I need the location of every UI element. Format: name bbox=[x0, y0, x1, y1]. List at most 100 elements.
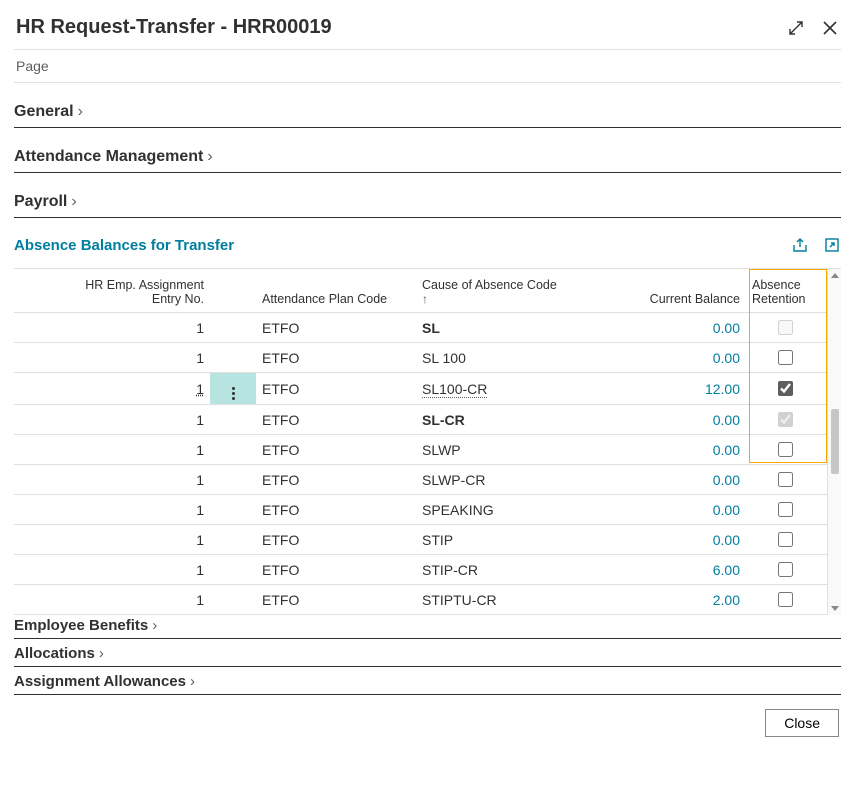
chevron-right-icon: › bbox=[99, 645, 104, 662]
table-row[interactable]: 1ETFOSTIPTU-CR2.00 bbox=[14, 585, 827, 615]
retention-checkbox[interactable] bbox=[778, 562, 793, 577]
section-attendance[interactable]: Attendance Management › bbox=[14, 148, 841, 173]
table-row[interactable]: 1ETFOSLWP0.00 bbox=[14, 435, 827, 465]
cell-emp-entry: 1 bbox=[50, 498, 210, 522]
table-row[interactable]: 1 ETFOSLWP-CR0.00 bbox=[14, 465, 827, 495]
row-actions bbox=[210, 596, 256, 604]
cell-cause-code[interactable]: SLWP bbox=[416, 438, 616, 462]
cell-cause-code[interactable]: SPEAKING bbox=[416, 498, 616, 522]
retention-checkbox[interactable] bbox=[778, 532, 793, 547]
page-title: HR Request-Transfer - HRR00019 bbox=[16, 16, 332, 39]
section-attendance-label: Attendance Management bbox=[14, 148, 203, 166]
cell-plan-code[interactable]: ETFO bbox=[256, 528, 416, 552]
table-row[interactable]: 1 ETFOSL0.00 bbox=[14, 313, 827, 343]
section-employee-benefits[interactable]: Employee Benefits › bbox=[14, 617, 841, 639]
section-employee-benefits-label: Employee Benefits bbox=[14, 617, 148, 634]
share-icon[interactable] bbox=[791, 236, 809, 254]
cell-retention[interactable] bbox=[746, 585, 824, 614]
table-row[interactable]: →1ETFOSL100-CR12.00 bbox=[14, 373, 827, 405]
popout-icon[interactable] bbox=[823, 236, 841, 254]
cell-plan-code[interactable]: ETFO bbox=[256, 498, 416, 522]
cell-emp-entry: 1 bbox=[50, 316, 210, 340]
cell-cause-code[interactable]: STIPTU-CR bbox=[416, 588, 616, 612]
chevron-right-icon: › bbox=[71, 193, 76, 211]
cell-cause-code[interactable]: SL100-CR bbox=[416, 377, 616, 401]
row-actions bbox=[210, 416, 256, 424]
row-actions[interactable] bbox=[210, 373, 256, 404]
cell-balance: 0.00 bbox=[616, 468, 746, 492]
cell-balance: 6.00 bbox=[616, 558, 746, 582]
cell-retention[interactable] bbox=[746, 435, 824, 464]
cell-plan-code[interactable]: ETFO bbox=[256, 316, 416, 340]
vertical-scrollbar[interactable] bbox=[827, 269, 841, 615]
cell-cause-code[interactable]: STIP-CR bbox=[416, 558, 616, 582]
cell-retention[interactable] bbox=[746, 405, 824, 434]
cell-retention[interactable] bbox=[746, 343, 824, 372]
cell-retention[interactable] bbox=[746, 374, 824, 403]
cell-balance: 12.00 bbox=[616, 377, 746, 401]
section-assignment-allowances[interactable]: Assignment Allowances › bbox=[14, 673, 841, 695]
row-actions bbox=[210, 476, 256, 484]
col-current-balance[interactable]: Current Balance bbox=[616, 290, 746, 308]
cell-plan-code[interactable]: ETFO bbox=[256, 408, 416, 432]
cell-cause-code[interactable]: STIP bbox=[416, 528, 616, 552]
row-indicator bbox=[14, 354, 50, 362]
retention-checkbox[interactable] bbox=[778, 381, 793, 396]
col-plan-code[interactable]: Attendance Plan Code bbox=[256, 290, 416, 308]
cell-plan-code[interactable]: ETFO bbox=[256, 588, 416, 612]
close-icon[interactable] bbox=[821, 19, 839, 37]
cell-retention[interactable] bbox=[746, 465, 824, 494]
cell-retention[interactable] bbox=[746, 555, 824, 584]
section-allocations[interactable]: Allocations › bbox=[14, 645, 841, 667]
cell-emp-entry: 1 bbox=[50, 468, 210, 492]
retention-checkbox[interactable] bbox=[778, 472, 793, 487]
expand-icon[interactable] bbox=[787, 19, 805, 37]
close-button[interactable]: Close bbox=[765, 709, 839, 737]
cell-emp-entry: 1 bbox=[50, 438, 210, 462]
cell-retention[interactable] bbox=[746, 525, 824, 554]
cell-cause-code[interactable]: SL bbox=[416, 316, 616, 340]
retention-checkbox[interactable] bbox=[778, 442, 793, 457]
retention-checkbox[interactable] bbox=[778, 320, 793, 335]
section-general[interactable]: General › bbox=[14, 103, 841, 128]
cell-plan-code[interactable]: ETFO bbox=[256, 377, 416, 401]
col-emp-assign[interactable]: HR Emp. Assignment Entry No. bbox=[50, 276, 210, 308]
cell-plan-code[interactable]: ETFO bbox=[256, 346, 416, 370]
section-general-label: General bbox=[14, 103, 74, 121]
row-actions bbox=[210, 446, 256, 454]
retention-checkbox[interactable] bbox=[778, 502, 793, 517]
row-indicator bbox=[14, 416, 50, 424]
cell-cause-code[interactable]: SL 100 bbox=[416, 346, 616, 370]
table-row[interactable]: 1ETFOSL-CR0.00 bbox=[14, 405, 827, 435]
row-indicator bbox=[14, 476, 50, 484]
section-payroll[interactable]: Payroll › bbox=[14, 193, 841, 218]
chevron-right-icon: › bbox=[152, 617, 157, 634]
retention-checkbox[interactable] bbox=[778, 592, 793, 607]
tab-page[interactable]: Page bbox=[14, 49, 841, 83]
table-row[interactable]: 1ETFOSL 1000.00 bbox=[14, 343, 827, 373]
cell-plan-code[interactable]: ETFO bbox=[256, 558, 416, 582]
retention-checkbox[interactable] bbox=[778, 412, 793, 427]
cell-emp-entry: 1 bbox=[50, 558, 210, 582]
col-cause-code[interactable]: Cause of Absence Code↑ bbox=[416, 276, 616, 308]
row-actions bbox=[210, 354, 256, 362]
cell-balance: 0.00 bbox=[616, 528, 746, 552]
row-actions bbox=[210, 506, 256, 514]
cell-retention[interactable] bbox=[746, 495, 824, 524]
cell-plan-code[interactable]: ETFO bbox=[256, 438, 416, 462]
cell-emp-entry: 1 bbox=[50, 528, 210, 552]
section-allocations-label: Allocations bbox=[14, 645, 95, 662]
retention-checkbox[interactable] bbox=[778, 350, 793, 365]
table-row[interactable]: 1ETFOSPEAKING0.00 bbox=[14, 495, 827, 525]
scrollbar-thumb[interactable] bbox=[831, 409, 839, 474]
cell-retention[interactable] bbox=[746, 313, 824, 342]
table-row[interactable]: 1 ETFOSTIP-CR6.00 bbox=[14, 555, 827, 585]
cell-balance: 0.00 bbox=[616, 316, 746, 340]
table-row[interactable]: 1 ETFOSTIP0.00 bbox=[14, 525, 827, 555]
cell-cause-code[interactable]: SL-CR bbox=[416, 408, 616, 432]
cell-balance: 2.00 bbox=[616, 588, 746, 612]
row-actions bbox=[210, 566, 256, 574]
cell-plan-code[interactable]: ETFO bbox=[256, 468, 416, 492]
col-absence-retention[interactable]: Absence Retention bbox=[746, 276, 824, 308]
cell-cause-code[interactable]: SLWP-CR bbox=[416, 468, 616, 492]
